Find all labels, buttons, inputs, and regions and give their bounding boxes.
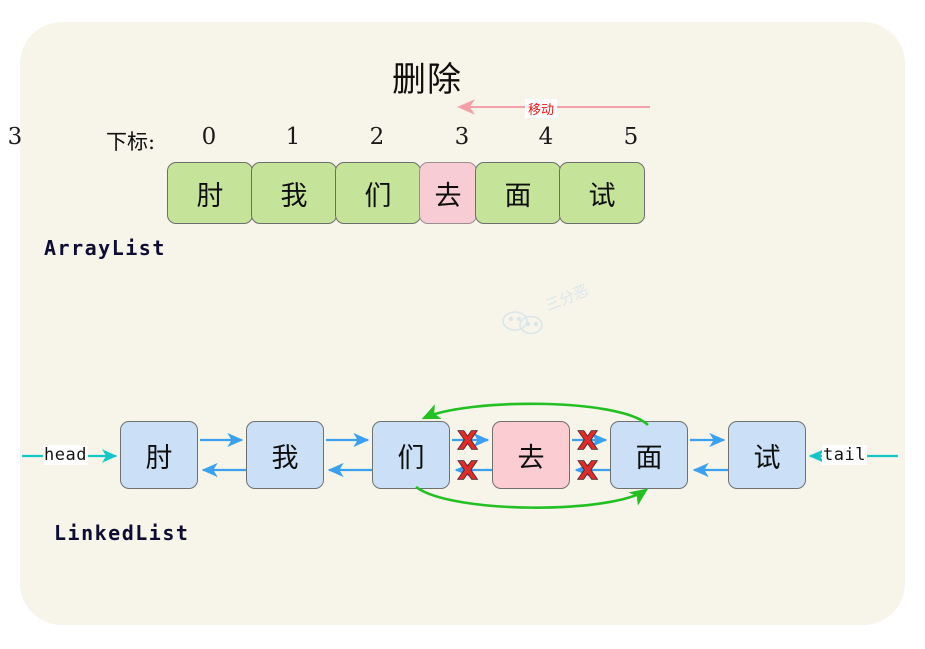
tail-pointer-label: tail bbox=[822, 445, 867, 465]
list-node[interactable]: 试 bbox=[728, 421, 806, 489]
list-node[interactable]: 我 bbox=[246, 421, 324, 489]
move-label: 移动 bbox=[525, 99, 558, 118]
diagram-canvas: 删除 移动 下标: 0 1 2 3 3 4 5 肘 我 们 去 面 试 Arra… bbox=[0, 0, 925, 649]
index-number: 0 bbox=[201, 124, 217, 150]
diagram-title: 删除 bbox=[392, 60, 462, 100]
index-number: 3 bbox=[7, 124, 23, 150]
head-pointer-label: head bbox=[43, 445, 88, 465]
array-cell[interactable]: 试 bbox=[559, 162, 645, 224]
array-cell[interactable]: 们 bbox=[335, 162, 421, 224]
index-number: 1 bbox=[285, 124, 301, 150]
arraylist-label: ArrayList bbox=[44, 236, 166, 260]
broken-link-x-icon: X bbox=[457, 426, 478, 455]
array-cell[interactable]: 我 bbox=[251, 162, 337, 224]
list-node[interactable]: 肘 bbox=[120, 421, 198, 489]
watermark-text: 三分恶 bbox=[543, 283, 591, 315]
list-node-deleted[interactable]: 去 bbox=[492, 421, 570, 489]
broken-link-x-icon: X bbox=[457, 456, 478, 485]
broken-link-x-icon: X bbox=[577, 426, 598, 455]
list-node[interactable]: 面 bbox=[610, 421, 688, 489]
index-number: 3 bbox=[454, 124, 470, 150]
broken-link-x-icon: X bbox=[577, 456, 598, 485]
watermark: 三分恶 bbox=[493, 281, 603, 335]
index-number: 4 bbox=[538, 124, 554, 150]
index-row-label: 下标: bbox=[106, 130, 156, 154]
linkedlist-label: LinkedList bbox=[54, 521, 190, 545]
list-node[interactable]: 们 bbox=[372, 421, 450, 489]
index-number: 2 bbox=[369, 124, 385, 150]
array-cell[interactable]: 面 bbox=[475, 162, 561, 224]
array-cell[interactable]: 肘 bbox=[167, 162, 253, 224]
array-cell-deleted[interactable]: 去 bbox=[419, 162, 477, 224]
index-number: 5 bbox=[623, 124, 639, 150]
